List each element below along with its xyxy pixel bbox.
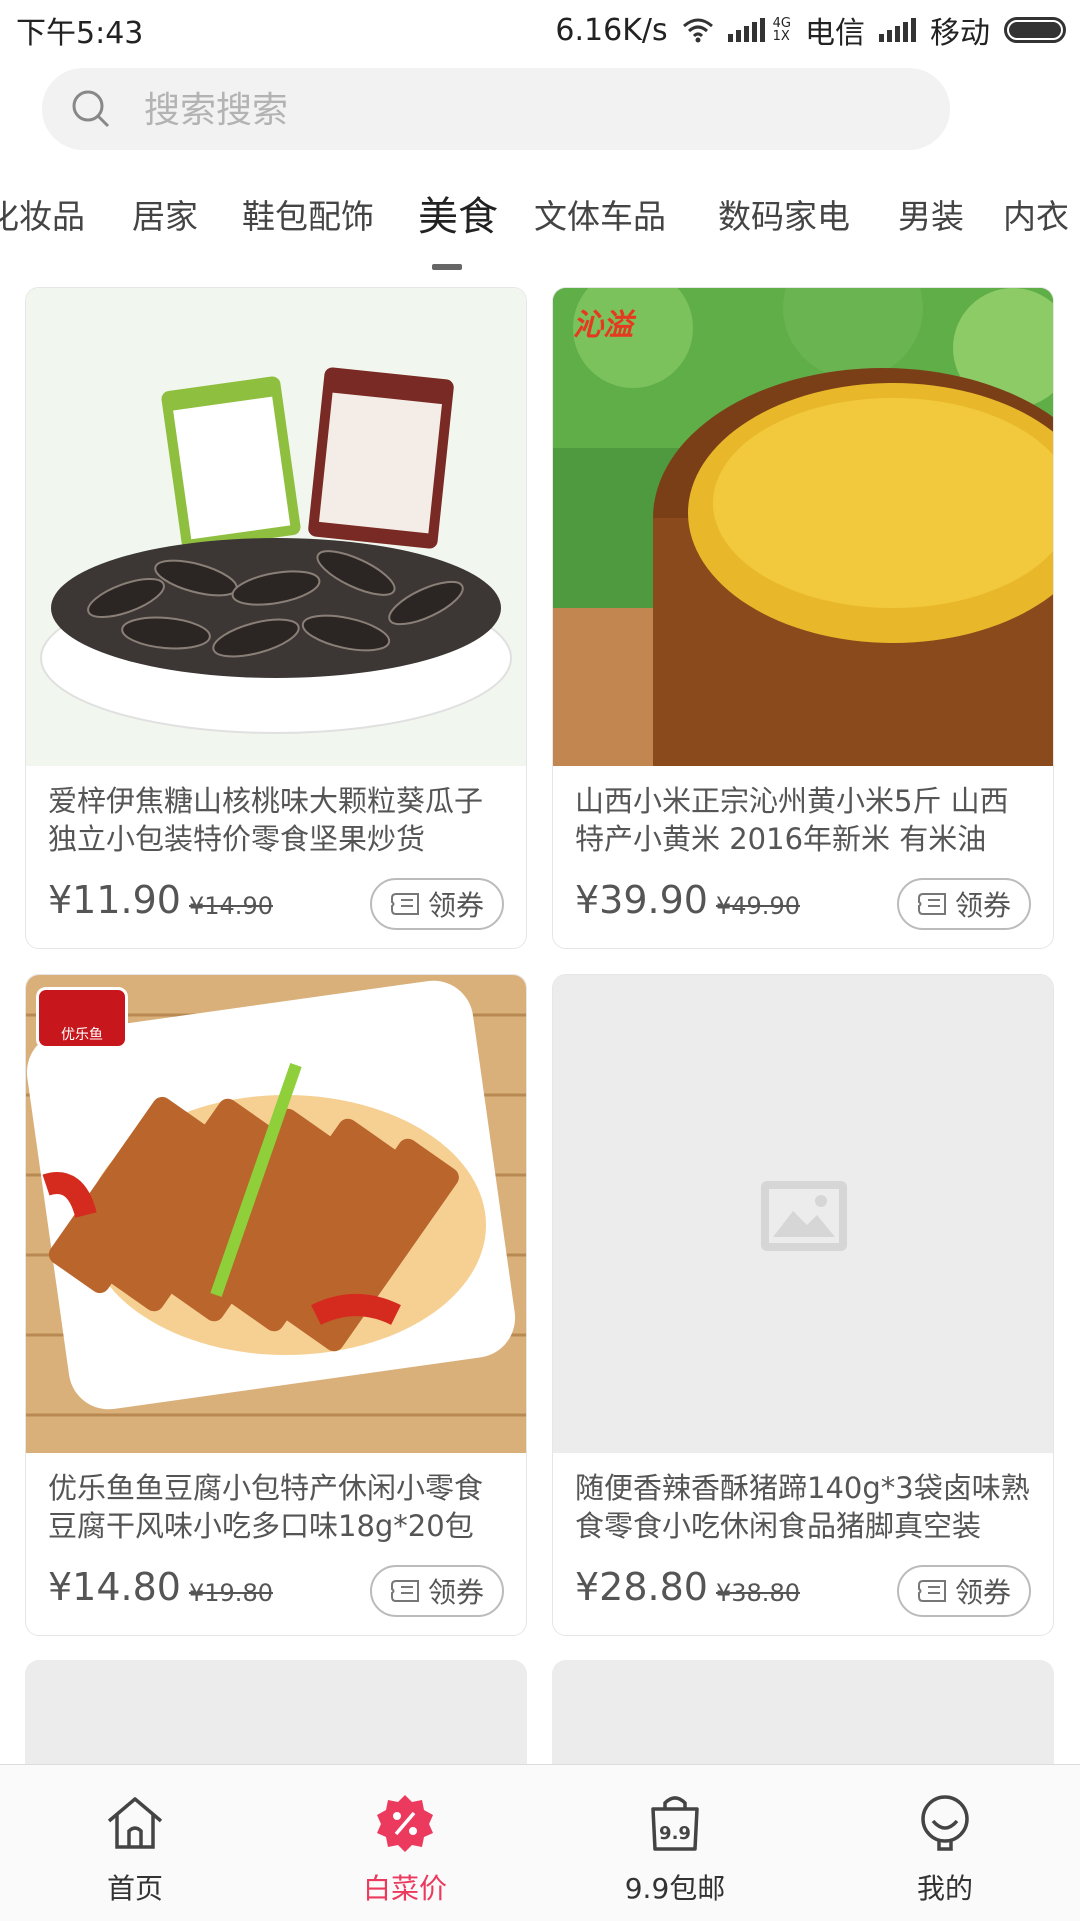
product-price: ¥14.80: [48, 1565, 181, 1609]
search-bar[interactable]: [42, 68, 950, 152]
product-price: ¥28.80: [575, 1565, 708, 1609]
coupon-button[interactable]: 领券: [370, 878, 504, 930]
carrier-1: 电信: [805, 16, 865, 51]
nav-home[interactable]: 首页: [0, 1765, 270, 1921]
product-card-partial[interactable]: [552, 1660, 1054, 1780]
coupon-label: 领券: [427, 889, 484, 922]
millet-bowl-image: 沁溢: [553, 288, 1053, 766]
image-placeholder-icon: [761, 1181, 847, 1251]
coupon-icon: [917, 1580, 946, 1602]
shopping-bag-icon: 9.9: [651, 1796, 699, 1851]
product-title: 优乐鱼鱼豆腐小包特产休闲小零食豆腐干风味小吃多口味18g*20包: [48, 1471, 484, 1543]
tab-menswear[interactable]: 男装: [898, 190, 964, 238]
brand-logo: 沁溢: [573, 308, 633, 343]
status-right: 6.16K/s 4G 1X 电信 移动: [555, 8, 1066, 52]
product-card[interactable]: 沁溢 山西小米正宗沁州黄小米5斤 山西特产小黄米 2016年新米 有米油 ¥39…: [552, 287, 1054, 949]
svg-text:9.9: 9.9: [659, 1823, 691, 1844]
original-price: ¥49.90: [716, 892, 800, 920]
battery-icon: [1004, 17, 1066, 43]
status-bar: 下午5:43 6.16K/s 4G 1X 电信 移动: [0, 0, 1080, 58]
product-card[interactable]: 爱梓伊焦糖山核桃味大颗粒葵瓜子独立小包装特价零食坚果炒货 ¥11.90 ¥14.…: [25, 287, 527, 949]
signal-icon-1: [727, 18, 765, 42]
coupon-icon: [917, 893, 946, 915]
product-title: 山西小米正宗沁州黄小米5斤 山西特产小黄米 2016年新米 有米油: [575, 784, 1009, 856]
tab-indicator: [432, 264, 462, 270]
tab-home[interactable]: 居家: [132, 190, 198, 238]
product-price: ¥39.90: [575, 878, 708, 922]
tab-digital[interactable]: 数码家电: [718, 190, 850, 238]
tab-underwear[interactable]: 内衣: [1003, 190, 1069, 238]
original-price: ¥14.90: [189, 892, 273, 920]
sunflower-seeds-image: [26, 288, 526, 766]
search-input[interactable]: [142, 68, 906, 152]
coupon-button[interactable]: 领券: [897, 878, 1031, 930]
coupon-label: 领券: [954, 1576, 1011, 1609]
nav-label: 白菜价: [362, 1872, 447, 1905]
coupon-button[interactable]: 领券: [897, 1565, 1031, 1617]
tab-food[interactable]: 美食: [418, 184, 498, 242]
home-icon: [107, 1797, 163, 1849]
tab-sports-car[interactable]: 文体车品: [534, 190, 666, 238]
signal-icon-2: [879, 18, 916, 42]
nav-label: 首页: [106, 1872, 163, 1905]
coupon-icon: [390, 893, 419, 915]
product-card-partial[interactable]: [25, 1660, 527, 1780]
coupon-icon: [390, 1580, 419, 1602]
bottom-nav: 首页 白菜价 9.9 9.9包邮 我的: [0, 1764, 1080, 1921]
coupon-button[interactable]: 领券: [370, 1565, 504, 1617]
brand-logo: 优乐鱼: [36, 987, 128, 1049]
coupon-label: 领券: [954, 889, 1011, 922]
tab-cosmetics[interactable]: 化妆品: [0, 190, 85, 238]
net-speed: 6.16K/s: [555, 12, 668, 48]
nav-discount[interactable]: 白菜价: [270, 1765, 540, 1921]
product-card[interactable]: 优乐鱼 优乐鱼鱼豆腐小包特产休闲小零食豆腐干风味小吃多口味18g*20包 ¥14…: [25, 974, 527, 1636]
nav-label: 我的: [916, 1872, 973, 1905]
category-tabs: 化妆品 居家 鞋包配饰 美食 文体车品 数码家电 男装 内衣: [0, 180, 1080, 270]
tab-shoes-bags[interactable]: 鞋包配饰: [242, 190, 374, 238]
search-icon: [72, 90, 110, 128]
product-card[interactable]: 随便香辣香酥猪蹄140g*3袋卤味熟食零食小吃休闲食品猪脚真空装 ¥28.80 …: [552, 974, 1054, 1636]
product-title: 随便香辣香酥猪蹄140g*3袋卤味熟食零食小吃休闲食品猪脚真空装: [575, 1471, 1030, 1543]
nav-9-9-shipping[interactable]: 9.9 9.9包邮: [540, 1765, 810, 1921]
nav-profile[interactable]: 我的: [810, 1765, 1080, 1921]
original-price: ¥19.80: [189, 1579, 273, 1607]
network-type: 4G 1X: [772, 16, 791, 44]
coupon-label: 领券: [427, 1576, 484, 1609]
fish-tofu-image: 优乐鱼: [26, 975, 526, 1453]
image-placeholder: [553, 975, 1053, 1453]
product-title: 爱梓伊焦糖山核桃味大颗粒葵瓜子独立小包装特价零食坚果炒货: [48, 784, 484, 856]
discount-icon: [377, 1795, 433, 1852]
original-price: ¥38.80: [716, 1579, 800, 1607]
status-time: 下午5:43: [16, 16, 144, 51]
profile-icon: [921, 1795, 969, 1851]
nav-label: 9.9包邮: [624, 1872, 726, 1905]
wifi-icon: [682, 18, 713, 43]
carrier-2: 移动: [930, 16, 990, 51]
product-price: ¥11.90: [48, 878, 181, 922]
